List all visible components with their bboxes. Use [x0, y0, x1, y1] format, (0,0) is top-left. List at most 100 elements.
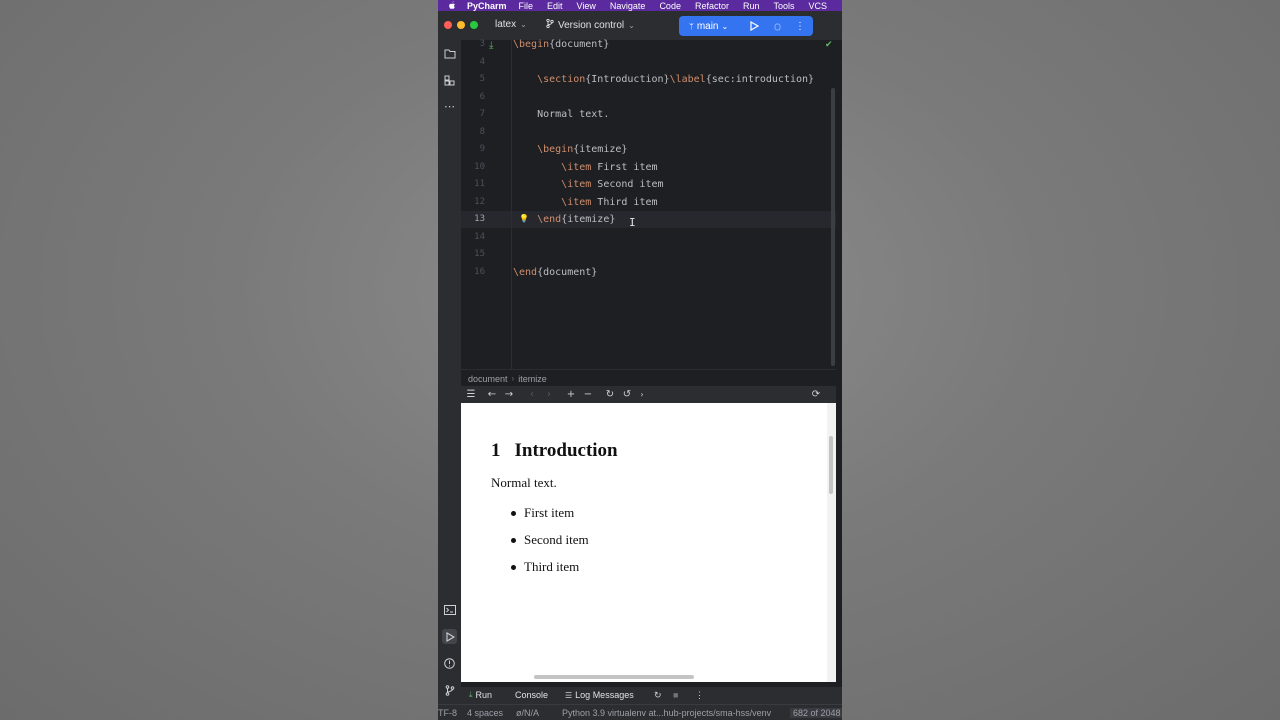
more-options-icon[interactable]: ⋮: [695, 690, 704, 701]
line-number[interactable]: 13: [461, 211, 485, 228]
tab-log-label: Log Messages: [575, 690, 634, 700]
code-line[interactable]: 16 \end{document}: [461, 264, 836, 281]
preview-list-item: Second item: [511, 532, 589, 548]
version-control-selector[interactable]: Version control ⌄: [546, 18, 635, 31]
memory-indicator[interactable]: 682 of 2048: [790, 708, 842, 718]
bullet: [511, 564, 516, 570]
debug-icon[interactable]: [770, 19, 784, 33]
line-number[interactable]: 6: [461, 89, 485, 106]
terminal-icon[interactable]: [442, 602, 457, 617]
menu-navigate[interactable]: Navigate: [610, 1, 646, 11]
menu-file[interactable]: File: [519, 1, 534, 11]
code-line[interactable]: 14: [461, 229, 836, 246]
file-encoding[interactable]: TF-8: [438, 708, 457, 718]
line-number[interactable]: 12: [461, 194, 485, 211]
rotate-clockwise-icon[interactable]: ↻: [603, 387, 617, 401]
zoom-window-button[interactable]: [470, 21, 478, 29]
tab-console-label: Console: [515, 690, 549, 700]
line-number[interactable]: 14: [461, 229, 485, 246]
line-number[interactable]: 10: [461, 159, 485, 176]
code-line[interactable]: 8: [461, 124, 836, 141]
list-item-text: Third item: [524, 559, 580, 574]
line-code: \end{itemize}: [537, 214, 616, 225]
line-number[interactable]: 3: [461, 36, 485, 53]
editor-scrollbar[interactable]: [831, 88, 835, 366]
rerun-icon[interactable]: ↻: [654, 690, 662, 701]
menu-view[interactable]: View: [577, 1, 596, 11]
branch-selector[interactable]: ᛘ main ⌄: [689, 21, 728, 32]
check-icon[interactable]: ✔: [825, 40, 833, 50]
code-line[interactable]: 6: [461, 89, 836, 106]
line-number[interactable]: 8: [461, 124, 485, 141]
forward-arrow-icon[interactable]: →: [502, 387, 516, 401]
menu-code[interactable]: Code: [659, 1, 681, 11]
tab-console[interactable]: Console: [515, 690, 548, 700]
line-number[interactable]: 7: [461, 106, 485, 123]
bullet: [511, 510, 516, 516]
python-interpreter[interactable]: Python 3.9 virtualenv at...hub-projects/…: [562, 708, 771, 718]
git-icon[interactable]: [442, 683, 457, 698]
more-options-icon[interactable]: ⋮: [793, 19, 807, 33]
menu-app-name[interactable]: PyCharm: [467, 1, 507, 11]
apple-icon[interactable]: [447, 1, 457, 11]
line-number[interactable]: 11: [461, 176, 485, 193]
line-number[interactable]: 16: [461, 264, 485, 281]
code-line[interactable]: 12 \item Third item: [461, 194, 836, 211]
chevron-right-icon[interactable]: ›: [635, 387, 649, 401]
breadcrumb-document[interactable]: document: [468, 374, 508, 384]
code-editor[interactable]: 16 \end{document} 15 14 13 💡 \end{itemize} 12 …: [461, 39, 836, 369]
breadcrumb-itemize[interactable]: itemize: [518, 374, 547, 384]
menu-vcs[interactable]: VCS: [809, 1, 828, 11]
zoom-out-icon[interactable]: −: [581, 387, 595, 401]
line-number[interactable]: 15: [461, 246, 485, 263]
download-icon[interactable]: ⤓: [489, 40, 493, 51]
rotate-counterclockwise-icon[interactable]: ↺: [620, 387, 634, 401]
back-arrow-icon[interactable]: ←: [485, 387, 499, 401]
macos-menubar: PyCharm File Edit View Navigate Code Ref…: [438, 0, 842, 11]
menu-run[interactable]: Run: [743, 1, 760, 11]
line-code: \begin{document}: [513, 39, 610, 50]
code-line[interactable]: 7 Normal text.: [461, 106, 836, 123]
structure-icon[interactable]: [442, 73, 457, 88]
code-line[interactable]: 4: [461, 54, 836, 71]
more-tools-icon[interactable]: ⋯: [442, 99, 457, 114]
menu-edit[interactable]: Edit: [547, 1, 563, 11]
run-icon[interactable]: [747, 19, 761, 33]
problems-icon[interactable]: [442, 656, 457, 671]
code-line[interactable]: 5 \section{Introduction}\label{sec:intro…: [461, 71, 836, 88]
pdf-preview[interactable]: 1 Introduction Normal text. First item Se…: [461, 403, 836, 682]
preview-vertical-scrollbar[interactable]: [829, 436, 833, 494]
sync-icon[interactable]: ⟳: [809, 387, 823, 401]
project-selector[interactable]: latex ⌄: [495, 19, 527, 30]
indent-setting[interactable]: 4 spaces: [467, 708, 503, 718]
previous-page-icon[interactable]: ‹: [525, 387, 539, 401]
next-page-icon[interactable]: ›: [542, 387, 556, 401]
code-line[interactable]: 9 \begin{itemize}: [461, 141, 836, 158]
table-of-contents-icon[interactable]: ☰: [464, 387, 478, 401]
tab-run[interactable]: ⤓ Run: [469, 690, 492, 700]
stop-icon[interactable]: ■: [673, 690, 678, 700]
close-window-button[interactable]: [444, 21, 452, 29]
bullet: [511, 537, 516, 543]
left-tool-strip: ⋯: [438, 40, 462, 704]
zoom-in-icon[interactable]: +: [564, 387, 578, 401]
chevron-down-icon: ⌄: [520, 20, 527, 29]
code-line[interactable]: 11 \item Second item: [461, 176, 836, 193]
line-number[interactable]: 5: [461, 71, 485, 88]
log-icon: ☰: [565, 690, 573, 700]
menu-refactor[interactable]: Refactor: [695, 1, 729, 11]
code-line[interactable]: 3 \begin{document}: [461, 36, 836, 53]
line-number[interactable]: 4: [461, 54, 485, 71]
minimize-window-button[interactable]: [457, 21, 465, 29]
vcs-status[interactable]: ø/N/A: [516, 708, 539, 718]
list-item-text: Second item: [524, 532, 589, 547]
code-line[interactable]: 15: [461, 246, 836, 263]
code-line[interactable]: 10 \item First item: [461, 159, 836, 176]
preview-horizontal-scrollbar[interactable]: [534, 675, 694, 679]
code-line[interactable]: 13 💡 \end{itemize}: [461, 211, 836, 228]
project-folder-icon[interactable]: [442, 46, 457, 61]
line-number[interactable]: 9: [461, 141, 485, 158]
tab-log-messages[interactable]: ☰ Log Messages: [565, 690, 634, 700]
menu-tools[interactable]: Tools: [773, 1, 794, 11]
run-tool-icon[interactable]: [442, 629, 457, 644]
